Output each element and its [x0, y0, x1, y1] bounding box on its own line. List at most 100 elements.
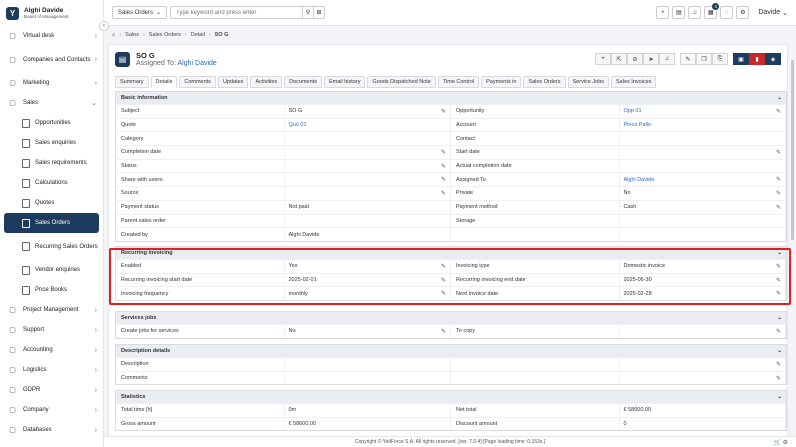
field-value[interactable]: Quo 01	[285, 118, 451, 132]
tab-summary[interactable]: Summary	[115, 76, 149, 88]
hide-icon[interactable]: ⊘	[627, 53, 643, 65]
edit-field-icon[interactable]: ✎	[441, 290, 446, 297]
search-icon[interactable]: ⚲	[302, 7, 313, 18]
home-icon[interactable]: ⌂	[112, 32, 115, 38]
sidebar-item-recurring-sales-orders[interactable]: Recurring Sales Orders	[0, 233, 103, 260]
bell-icon[interactable]: ♫	[688, 6, 702, 19]
sidebar-item-quotes[interactable]: Quotes	[0, 193, 103, 213]
sidebar-collapse-button[interactable]: ‹	[99, 21, 109, 31]
copy-icon[interactable]: ⎘	[712, 53, 728, 65]
edit-field-icon[interactable]: ✎	[441, 108, 446, 115]
sidebar-item-company[interactable]: ▢ Company ›	[0, 400, 103, 420]
edit-field-icon[interactable]: ✎	[776, 204, 781, 211]
sidebar-item-project-management[interactable]: ▢ Project Management ›	[0, 300, 103, 320]
sidebar-item-logistics[interactable]: ▢ Logistics ›	[0, 360, 103, 380]
tab-comments[interactable]: Comments	[179, 76, 216, 88]
edit-field-icon[interactable]: ✎	[776, 361, 781, 368]
sidebar-item-vendor-enquiries[interactable]: Vendor enquiries	[0, 260, 103, 280]
panel-header[interactable]: Services jobs ⌄	[116, 312, 786, 324]
erase-icon[interactable]: ◈	[765, 53, 781, 65]
record-tabs: Summary Details Comments Updates Activities D…	[115, 76, 657, 88]
edit-field-icon[interactable]: ✎	[776, 290, 781, 297]
field-value-text[interactable]: Opp 01	[624, 108, 642, 114]
sidebar-item-sales-requirements[interactable]: Sales requirements	[0, 153, 103, 173]
sidebar-item-price-books[interactable]: Price Books	[0, 280, 103, 300]
sidebar-item-calculations[interactable]: Calculations	[0, 173, 103, 193]
calendar-icon[interactable]: ▦ 2	[704, 3, 720, 19]
export-icon[interactable]: ⇱	[611, 53, 627, 65]
tab-details[interactable]: Details	[150, 76, 178, 88]
sidebar-item-sales[interactable]: ▢ Sales ⌄	[0, 93, 103, 113]
pdf-icon[interactable]: ▣	[733, 53, 749, 65]
sidebar-item-accounting[interactable]: ▢ Accounting ›	[0, 340, 103, 360]
settings-icon[interactable]: ⚙	[736, 6, 750, 19]
database-icon: ▢	[9, 427, 16, 434]
edit-field-icon[interactable]: ✎	[776, 277, 781, 284]
panel-header[interactable]: Basic information ⌄	[116, 92, 786, 104]
send-icon[interactable]: ➤	[643, 53, 659, 65]
sidebar-item-marketing[interactable]: ▢ Marketing ›	[0, 73, 103, 93]
panel-header[interactable]: Description details ⌄	[116, 345, 786, 357]
search-input[interactable]	[171, 7, 302, 18]
edit-icon[interactable]: ✎	[680, 53, 696, 65]
tab-time-control[interactable]: Time Control	[437, 76, 480, 88]
tab-updates[interactable]: Updates	[217, 76, 249, 88]
edit-field-icon[interactable]: ✎	[441, 263, 446, 270]
tab-service-jobs[interactable]: Service Jobs	[567, 76, 610, 88]
edit-field-icon[interactable]: ✎	[441, 176, 446, 183]
field-value-text[interactable]: Alghi Davide	[624, 177, 655, 183]
user-menu[interactable]: Davide ⌄	[758, 9, 788, 17]
sidebar-item-companies-and-contacts[interactable]: ▢ Companies and Contacts ›	[0, 46, 103, 73]
duplicate-icon[interactable]: ❐	[696, 53, 712, 65]
edit-field-icon[interactable]: ✎	[441, 190, 446, 197]
sidebar-item-gdpr[interactable]: ▢ GDPR ›	[0, 380, 103, 400]
sidebar-item-sales-enquiries[interactable]: Sales enquiries	[0, 133, 103, 153]
breadcrumb-item[interactable]: Sales Orders	[149, 32, 181, 38]
edit-field-icon[interactable]: ✎	[776, 108, 781, 115]
edit-field-icon[interactable]: ✎	[776, 176, 781, 183]
scrollbar[interactable]	[791, 60, 794, 240]
field-row: Parent sales order Storage	[116, 213, 786, 228]
edit-field-icon[interactable]: ✎	[441, 163, 446, 170]
tab-payments-in[interactable]: Payments in	[481, 76, 522, 88]
module-select[interactable]: Sales Orders ⌄	[112, 6, 167, 19]
sidebar-item-virtual-desk[interactable]: ▢ Virtual desk ›	[0, 26, 103, 46]
footer-icons[interactable]: 🛒 ⚙	[773, 439, 788, 446]
edit-field-icon[interactable]: ✎	[441, 277, 446, 284]
assigned-link[interactable]: Alghi Davide	[178, 60, 217, 67]
edit-field-icon[interactable]: ✎	[776, 328, 781, 335]
sidebar-item-sales-orders[interactable]: Sales Orders	[4, 213, 99, 233]
advanced-search-icon[interactable]: ⊞	[313, 7, 324, 18]
add-icon[interactable]: +	[595, 53, 611, 65]
chat-icon[interactable]: ◌	[720, 6, 734, 19]
tab-goods-dispatched-note[interactable]: Goods Dispatched Note	[367, 76, 436, 88]
notify-icon[interactable]: ♫	[659, 53, 675, 65]
field-value[interactable]: Alghi Davide ✎	[620, 173, 786, 187]
field-value[interactable]: Pinco Pallo	[620, 118, 786, 132]
tab-activities[interactable]: Activities	[250, 76, 283, 88]
document-icon	[22, 178, 30, 188]
tab-documents[interactable]: Documents	[284, 76, 322, 88]
edit-field-icon[interactable]: ✎	[441, 149, 446, 156]
field-value-text[interactable]: Quo 01	[289, 122, 307, 128]
quick-create-icon[interactable]: +	[656, 6, 670, 19]
sidebar-item-databases[interactable]: ▢ Databases ›	[0, 420, 103, 440]
edit-field-icon[interactable]: ✎	[441, 328, 446, 335]
history-icon[interactable]: ▤	[672, 6, 686, 19]
panel-header[interactable]: Statistics ⌄	[116, 391, 786, 403]
sidebar-item-support[interactable]: ▢ Support ›	[0, 320, 103, 340]
field-value-text[interactable]: Pinco Pallo	[624, 122, 652, 128]
delete-icon[interactable]: ▮	[749, 53, 765, 65]
sidebar-item-opportunities[interactable]: Opportunities	[0, 113, 103, 133]
edit-field-icon[interactable]: ✎	[776, 190, 781, 197]
edit-field-icon[interactable]: ✎	[776, 149, 781, 156]
brand[interactable]: Y Alghi Davide Board of Management	[0, 0, 103, 26]
breadcrumb-item[interactable]: Sales	[125, 32, 139, 38]
edit-field-icon[interactable]: ✎	[776, 263, 781, 270]
tab-sales-orders[interactable]: Sales Orders	[523, 76, 566, 88]
tab-sales-invoices[interactable]: Sales Invoices	[611, 76, 657, 88]
panel-header[interactable]: Recurring invoicing ⌄	[116, 247, 786, 259]
edit-field-icon[interactable]: ✎	[776, 375, 781, 382]
field-value[interactable]: Opp 01 ✎	[620, 105, 786, 118]
tab-email-history[interactable]: Email history	[323, 76, 366, 88]
